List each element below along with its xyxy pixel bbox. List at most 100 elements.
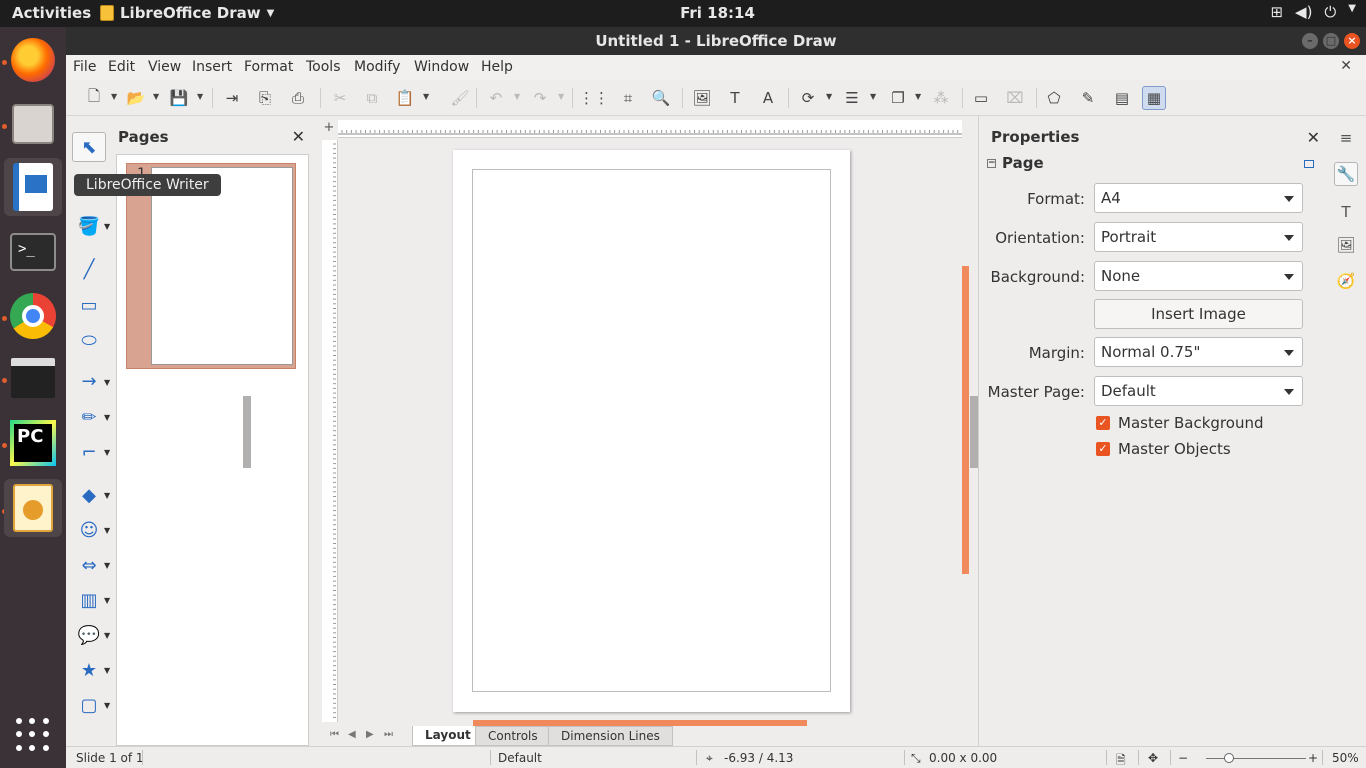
- save-icon[interactable]: 💾: [167, 86, 191, 110]
- flowchart-icon[interactable]: ▥: [72, 585, 106, 615]
- system-tray[interactable]: ⊞ ◀) ⏻ ▼: [1270, 3, 1356, 21]
- master-page-select[interactable]: Default: [1094, 376, 1303, 406]
- clock[interactable]: Fri 18:14: [0, 4, 1366, 22]
- menu-window[interactable]: Window: [414, 59, 469, 75]
- network-icon[interactable]: ⊞: [1270, 3, 1283, 21]
- curve-tool-icon[interactable]: ✏: [72, 402, 106, 432]
- menu-edit[interactable]: Edit: [108, 59, 135, 75]
- window-titlebar[interactable]: Untitled 1 - LibreOffice Draw – □ ×: [66, 27, 1366, 55]
- crop-icon[interactable]: ⌧: [1003, 86, 1027, 110]
- grid-icon[interactable]: ⋮⋮: [579, 86, 609, 110]
- page-thumbnail[interactable]: [151, 167, 293, 365]
- format-select[interactable]: A4: [1094, 183, 1303, 213]
- rotate-icon[interactable]: ⟳: [796, 86, 820, 110]
- document-modified-icon[interactable]: 🗎: [1116, 751, 1126, 768]
- export-pdf-icon[interactable]: ⎘: [253, 86, 277, 110]
- undo-icon[interactable]: ↶: [484, 86, 508, 110]
- helplines-icon[interactable]: ⌗: [616, 86, 640, 110]
- print-icon[interactable]: ⎙: [286, 86, 310, 110]
- paste-icon[interactable]: 📋: [393, 86, 417, 110]
- prev-tab-icon[interactable]: ◀: [348, 729, 356, 740]
- block-arrows-icon[interactable]: ⇔: [72, 550, 106, 580]
- zoom-in-icon[interactable]: +: [1308, 751, 1318, 765]
- vertical-scrollbar[interactable]: [962, 266, 969, 574]
- 3d-objects-icon[interactable]: ▢: [72, 690, 106, 720]
- open-folder-icon[interactable]: 📂: [124, 86, 148, 110]
- zoom-pan-icon[interactable]: 🔍: [649, 86, 673, 110]
- properties-deck-icon[interactable]: 🔧: [1334, 162, 1358, 186]
- master-background-checkbox[interactable]: ✓ Master Background: [1096, 414, 1263, 432]
- select-tool-icon[interactable]: ⬉: [72, 132, 106, 162]
- zoom-slider-knob[interactable]: [1224, 753, 1234, 763]
- menu-view[interactable]: View: [148, 59, 181, 75]
- arrange-icon[interactable]: ❐: [886, 86, 910, 110]
- basic-shapes-icon[interactable]: ◆: [72, 480, 106, 510]
- margin-select[interactable]: Normal 0.75": [1094, 337, 1303, 367]
- power-icon[interactable]: ⏻: [1324, 3, 1336, 21]
- new-document-icon[interactable]: 🗋: [82, 86, 106, 110]
- dock-video-editor[interactable]: [4, 349, 62, 407]
- dock-writer[interactable]: [4, 158, 62, 216]
- orientation-select[interactable]: Portrait: [1094, 222, 1303, 252]
- ruler-origin[interactable]: +: [322, 120, 336, 136]
- close-icon[interactable]: ✕: [1307, 128, 1320, 147]
- cut-icon[interactable]: ✂: [328, 86, 352, 110]
- show-applications[interactable]: [4, 706, 62, 764]
- insert-image-button[interactable]: Insert Image: [1094, 299, 1303, 329]
- toggle-extrusion-icon[interactable]: ▤: [1110, 86, 1134, 110]
- ellipse-tool-icon[interactable]: ⬭: [72, 325, 106, 355]
- menu-modify[interactable]: Modify: [354, 59, 400, 75]
- tab-layout[interactable]: Layout: [412, 726, 484, 746]
- symbol-shapes-icon[interactable]: ☺: [72, 515, 106, 545]
- copy-icon[interactable]: ⧉: [360, 86, 384, 110]
- insert-fontwork-icon[interactable]: A: [756, 86, 780, 110]
- tab-controls[interactable]: Controls: [475, 726, 551, 746]
- page-section-header[interactable]: − Page: [987, 154, 1044, 172]
- clone-formatting-icon[interactable]: 🖌: [448, 86, 472, 110]
- stars-icon[interactable]: ★: [72, 655, 106, 685]
- dock-draw[interactable]: [4, 479, 62, 537]
- dock-firefox[interactable]: [4, 31, 62, 89]
- arrow-line-icon[interactable]: →: [72, 366, 106, 396]
- callouts-icon[interactable]: 💬: [72, 620, 106, 650]
- drawing-page[interactable]: [453, 150, 850, 712]
- background-select[interactable]: None: [1094, 261, 1303, 291]
- master-objects-checkbox[interactable]: ✓ Master Objects: [1096, 440, 1231, 458]
- pane-splitter-right[interactable]: [970, 396, 978, 468]
- close-document-icon[interactable]: ✕: [1340, 58, 1352, 74]
- insert-text-box-icon[interactable]: T: [723, 86, 747, 110]
- dock-chrome[interactable]: [4, 287, 62, 345]
- fill-color-icon[interactable]: 🪣: [72, 211, 106, 241]
- minimize-icon[interactable]: –: [1302, 33, 1318, 49]
- glue-points-icon[interactable]: ✎: [1076, 86, 1100, 110]
- redo-icon[interactable]: ↷: [528, 86, 552, 110]
- next-tab-icon[interactable]: ▶: [366, 729, 374, 740]
- zoom-slider-track[interactable]: [1206, 758, 1306, 759]
- drawing-canvas[interactable]: [338, 140, 962, 722]
- menu-file[interactable]: File: [73, 59, 96, 75]
- line-tool-icon[interactable]: ╱: [72, 254, 106, 284]
- navigator-deck-icon[interactable]: 🧭: [1334, 269, 1358, 293]
- volume-icon[interactable]: ◀): [1295, 3, 1312, 21]
- more-options-icon[interactable]: [1304, 160, 1314, 168]
- vertical-ruler[interactable]: [322, 140, 338, 722]
- last-tab-icon[interactable]: ⏭: [384, 729, 393, 740]
- gallery-deck-icon[interactable]: 🖼: [1334, 233, 1358, 257]
- sidebar-menu-icon[interactable]: ≡: [1334, 126, 1358, 150]
- shadow-icon[interactable]: ▭: [969, 86, 993, 110]
- menu-tools[interactable]: Tools: [306, 59, 341, 75]
- insert-image-icon[interactable]: 🖼: [690, 86, 714, 110]
- chevron-down-icon[interactable]: ▼: [1348, 3, 1356, 21]
- align-icon[interactable]: ☰: [840, 86, 864, 110]
- menu-help[interactable]: Help: [481, 59, 513, 75]
- rectangle-tool-icon[interactable]: ▭: [72, 290, 106, 320]
- show-draw-functions-icon[interactable]: ▦: [1142, 86, 1166, 110]
- dock-terminal[interactable]: >_: [4, 223, 62, 281]
- collapse-icon[interactable]: −: [987, 158, 996, 168]
- points-icon[interactable]: ⬠: [1042, 86, 1066, 110]
- pane-splitter-left[interactable]: [243, 396, 251, 468]
- first-tab-icon[interactable]: ⏮: [330, 729, 339, 740]
- styles-deck-icon[interactable]: T: [1334, 200, 1358, 224]
- close-icon[interactable]: ✕: [292, 127, 305, 146]
- zoom-out-icon[interactable]: −: [1178, 751, 1188, 765]
